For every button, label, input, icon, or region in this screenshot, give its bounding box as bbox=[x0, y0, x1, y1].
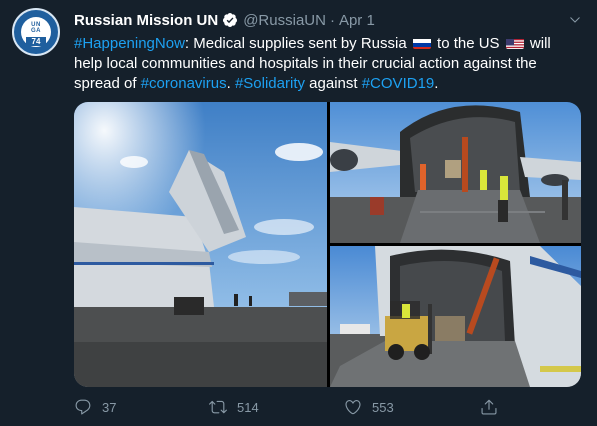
hashtag-solidarity[interactable]: #Solidarity bbox=[235, 75, 305, 92]
reply-icon bbox=[75, 399, 91, 415]
tweet-text-segment: . bbox=[226, 75, 235, 92]
us-flag-icon bbox=[505, 37, 524, 49]
tweet-text-segment: . bbox=[434, 75, 439, 92]
tweet-text-segment: against bbox=[305, 75, 362, 92]
verified-badge-icon bbox=[223, 13, 238, 27]
avatar-logo-text: UN GA bbox=[31, 22, 41, 34]
like-count: 553 bbox=[372, 399, 394, 415]
retweet-button[interactable]: 514 bbox=[209, 398, 259, 416]
tweet-date[interactable]: Apr 1 bbox=[339, 12, 375, 29]
account-handle[interactable]: @RussiaUN bbox=[243, 12, 326, 29]
tweet-header: Russian Mission UN @RussiaUN · Apr 1 bbox=[74, 10, 577, 30]
retweet-icon bbox=[209, 400, 227, 414]
header-separator: · bbox=[329, 11, 335, 29]
avatar[interactable]: UN GA 74 bbox=[12, 8, 60, 56]
hashtag-happeningnow[interactable]: #HappeningNow bbox=[74, 35, 185, 52]
retweet-count: 514 bbox=[237, 399, 259, 415]
hashtag-covid19[interactable]: #COVID19 bbox=[362, 75, 435, 92]
photo-cargo-hold-unloading[interactable] bbox=[330, 102, 581, 243]
like-button[interactable]: 553 bbox=[344, 398, 394, 416]
tweet-actions: 37 514 553 bbox=[74, 396, 574, 418]
photo-cargo-plane-nose[interactable] bbox=[74, 102, 327, 387]
account-name[interactable]: Russian Mission UN bbox=[74, 12, 218, 29]
media-grid bbox=[74, 102, 581, 387]
reply-count: 37 bbox=[102, 399, 117, 415]
heart-icon bbox=[345, 400, 361, 415]
chevron-down-icon[interactable] bbox=[569, 14, 581, 26]
tweet-text-segment: to the US bbox=[432, 35, 504, 52]
russia-flag-icon bbox=[412, 37, 431, 49]
tweet-text: #HappeningNow: Medical supplies sent by … bbox=[74, 34, 574, 94]
reply-button[interactable]: 37 bbox=[74, 398, 116, 416]
hashtag-coronavirus[interactable]: #coronavirus bbox=[141, 75, 227, 92]
share-icon bbox=[481, 399, 497, 415]
photo-forklift-cargo[interactable] bbox=[330, 246, 581, 387]
tweet-text-segment: : Medical supplies sent by Russia bbox=[184, 35, 411, 52]
avatar-number: 74 bbox=[26, 37, 46, 46]
share-button[interactable] bbox=[480, 398, 508, 416]
